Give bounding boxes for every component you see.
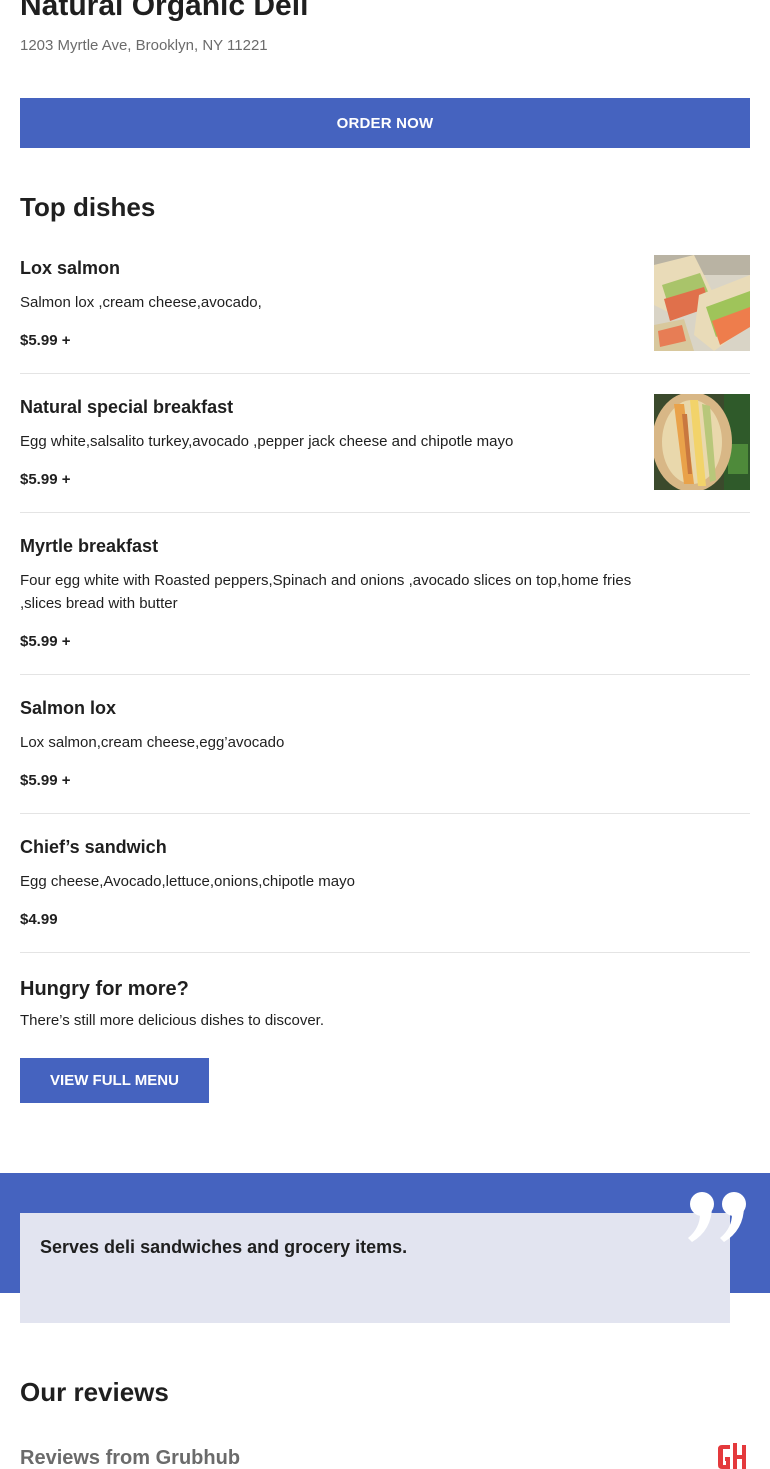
dish-image[interactable] [654,255,750,351]
order-now-button[interactable]: ORDER NOW [20,98,750,148]
dish-name: Natural special breakfast [20,397,234,417]
dish-price: $5.99 + [20,471,71,488]
dish-description: Egg white,salsalito turkey,avocado ,pepp… [20,433,514,450]
grubhub-logo-icon [716,1441,750,1469]
reviews-title: Our reviews [20,1377,169,1407]
dish-description: Egg cheese,Avocado,lettuce,onions,chipot… [20,873,355,890]
dish-name: Lox salmon [20,258,121,278]
dish-image[interactable] [654,394,750,490]
more-text: There’s still more delicious dishes to d… [20,1012,325,1029]
restaurant-name: Natural Organic Deli [20,0,309,22]
restaurant-address: 1203 Myrtle Ave, Brooklyn, NY 11221 [20,37,268,54]
dish-item-lox-salmon[interactable]: Lox salmon Salmon lox ,cream cheese,avoc… [20,255,750,374]
dish-description: Salmon lox ,cream cheese,avocado, [20,294,262,311]
view-full-menu-button[interactable]: VIEW FULL MENU [20,1058,209,1103]
dish-price: $5.99 + [20,332,71,349]
quote-text: Serves deli sandwiches and grocery items… [40,1237,408,1257]
dish-item-salmon-lox[interactable]: Salmon lox Lox salmon,cream cheese,egg’a… [20,675,750,814]
reviews-source: Reviews from Grubhub [20,1447,241,1469]
quote-box [20,1213,730,1323]
top-dishes-title: Top dishes [20,192,156,222]
dish-item-natural-special-breakfast[interactable]: Natural special breakfast Egg white,sals… [20,374,750,513]
dish-item-chiefs-sandwich[interactable]: Chief’s sandwich Egg cheese,Avocado,lett… [20,814,750,953]
dish-price: $5.99 + [20,772,71,789]
quote-icon [686,1190,752,1244]
dish-item-myrtle-breakfast[interactable]: Myrtle breakfast Four egg white with Roa… [20,513,750,675]
dish-description: Lox salmon,cream cheese,egg’avocado [20,734,285,751]
dish-name: Myrtle breakfast [20,536,159,556]
dish-price: $5.99 + [20,633,71,650]
dish-description: Four egg white with Roasted peppers,Spin… [20,572,632,612]
dish-name: Salmon lox [20,698,117,718]
dish-name: Chief’s sandwich [20,837,167,857]
more-title: Hungry for more? [20,978,189,1000]
dish-price: $4.99 [20,911,58,928]
